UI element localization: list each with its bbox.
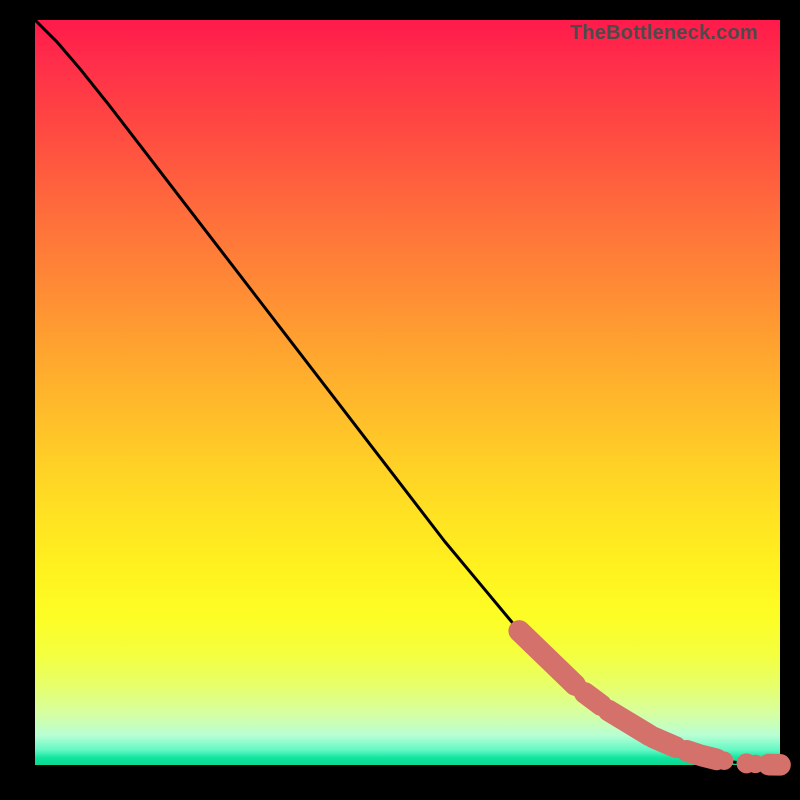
data-segment: [585, 693, 601, 705]
chart-frame: TheBottleneck.com: [0, 0, 800, 800]
curve-line: [35, 20, 780, 765]
marker-layer: [519, 631, 780, 773]
data-segment: [519, 631, 575, 685]
chart-svg: [35, 20, 780, 765]
data-segment: [702, 756, 717, 760]
data-segment: [609, 711, 650, 736]
data-point: [715, 752, 733, 770]
data-segment: [653, 737, 675, 747]
plot-area: TheBottleneck.com: [35, 20, 780, 765]
